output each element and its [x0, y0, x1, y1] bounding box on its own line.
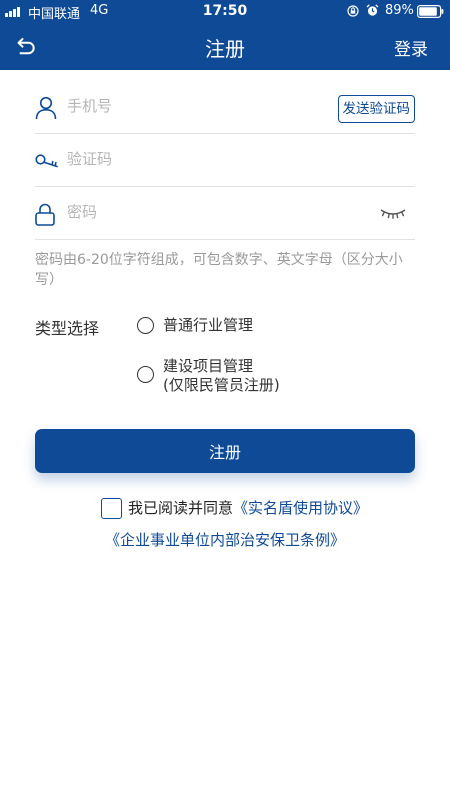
code-row [35, 133, 415, 187]
lock-icon [35, 203, 55, 226]
alarm-icon [366, 4, 379, 16]
register-button[interactable]: 注册 [35, 429, 415, 473]
phone-input[interactable] [67, 94, 327, 118]
password-hint: 密码由6-20位字符组成，可包含数字、英文字母（区分大小写） [35, 252, 403, 288]
key-icon [35, 154, 58, 168]
status-bar: 中国联通 4G 17:50 89% [0, 0, 450, 22]
password-input[interactable] [67, 200, 327, 224]
send-code-button[interactable]: 发送验证码 [337, 95, 415, 123]
radio-sublabel: (仅限民管员注册) [163, 376, 280, 394]
agreement-prefix: 我已阅读并同意 [128, 499, 234, 517]
battery-percent: 89% [385, 3, 414, 18]
rotation-lock-icon [347, 5, 359, 17]
radio-circle[interactable] [137, 317, 154, 334]
radio-circle[interactable] [137, 366, 154, 383]
page-title: 注册 [205, 37, 245, 61]
radio-label: 建设项目管理 [163, 357, 254, 375]
battery-icon [417, 5, 444, 18]
usage-agreement-link[interactable]: 《实名盾使用协议》 [233, 499, 368, 517]
security-regulation-link[interactable]: 《企业事业单位内部治安保卫条例》 [0, 531, 450, 550]
agree-checkbox[interactable] [101, 498, 122, 519]
status-time: 17:50 [202, 3, 248, 19]
phone-row: 发送验证码 [35, 80, 415, 134]
eye-closed-icon[interactable] [379, 208, 407, 220]
nav-bar: 注册 登录 [0, 22, 450, 70]
type-select-label: 类型选择 [35, 319, 100, 338]
radio-label: 普通行业管理 [163, 316, 254, 334]
password-row [35, 186, 415, 240]
agreement-line: 我已阅读并同意《实名盾使用协议》 [128, 499, 368, 518]
login-link[interactable]: 登录 [394, 35, 428, 60]
code-input[interactable] [67, 147, 327, 171]
user-icon [35, 96, 57, 120]
